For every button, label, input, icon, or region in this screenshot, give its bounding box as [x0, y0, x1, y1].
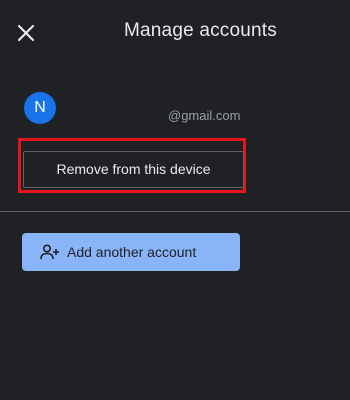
account-email: @gmail.com [168, 108, 241, 123]
close-icon[interactable] [14, 21, 38, 45]
app-bar: Manage accounts [0, 0, 350, 66]
page-title: Manage accounts [124, 20, 277, 41]
divider [0, 211, 350, 212]
account-row: N @gmail.com [0, 86, 350, 130]
person-add-icon [40, 244, 60, 260]
remove-from-device-button[interactable]: Remove from this device [23, 151, 244, 188]
avatar: N [24, 92, 56, 124]
add-another-account-button[interactable]: Add another account [22, 233, 240, 271]
add-account-label: Add another account [67, 244, 197, 260]
